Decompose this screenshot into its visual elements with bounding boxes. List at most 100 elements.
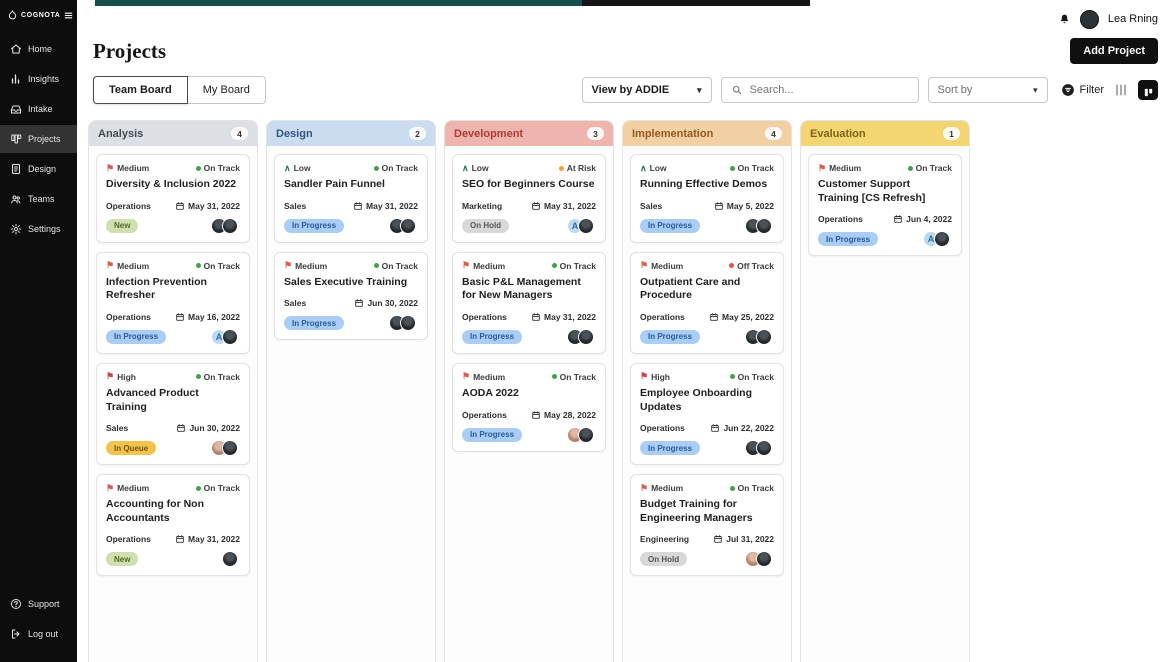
avatar [756, 328, 772, 345]
department: Operations [106, 200, 151, 211]
column-implementation: Implementation 4 ∧ Low On Track Running Effec… [622, 120, 792, 662]
priority: ⚑ Medium [640, 482, 684, 494]
app-root: COGNOTA Home Insights Intake Projects Design… [0, 0, 1172, 662]
column-title: Evaluation [810, 127, 866, 140]
topbar: Lea Rning [77, 6, 1172, 32]
status-badge: On Hold [640, 552, 688, 567]
calendar-icon [713, 534, 723, 544]
track-status: On Track [195, 261, 240, 271]
sidebar-item-insights[interactable]: Insights [0, 65, 77, 93]
view-by-dropdown[interactable]: View by ADDIE ▾ [581, 77, 712, 103]
project-card[interactable]: ⚑ Medium On Track Sales Executive Training S… [274, 251, 428, 341]
column-evaluation: Evaluation 1 ⚑ Medium On Track Customer Suppo… [800, 120, 970, 662]
sidebar-item-log-out[interactable]: Log out [0, 620, 77, 648]
project-card[interactable]: ⚑ Medium On Track Customer Support Training… [808, 154, 962, 257]
status-dot-icon [729, 374, 735, 380]
avatars [745, 217, 774, 234]
avatars [745, 328, 774, 345]
sidebar-item-support[interactable]: Support [0, 590, 77, 618]
search-box[interactable] [720, 77, 919, 103]
status-badge: In Progress [462, 329, 523, 344]
project-card[interactable]: ⚑ Medium Off Track Outpatient Care and Proc… [630, 251, 784, 354]
track-status: On Track [729, 483, 774, 493]
priority-icon: ⚑ [462, 260, 471, 271]
status-dot-icon [729, 263, 735, 269]
department: Operations [462, 409, 507, 420]
track-status: At Risk [558, 163, 596, 173]
sidebar-item-label: Teams [28, 194, 55, 204]
toolbar: Team Board My Board View by ADDIE ▾ Sort… [77, 76, 1172, 116]
column-header: Evaluation 1 [801, 121, 969, 146]
calendar-icon [893, 214, 903, 224]
logo-row: COGNOTA [0, 0, 77, 35]
calendar-icon [176, 423, 186, 433]
intake-icon [10, 103, 22, 115]
notifications-bell-icon[interactable] [1058, 13, 1071, 26]
toolbar-controls: View by ADDIE ▾ Sort by ▾ [581, 77, 1158, 103]
card-title: Diversity & Inclusion 2022 [106, 178, 237, 190]
card-title: Accounting for Non Accountants [106, 498, 204, 524]
priority-icon: ⚑ [284, 260, 293, 271]
project-card[interactable]: ⚑ High On Track Employee Onboarding Updates… [630, 362, 784, 466]
sort-by-dropdown[interactable]: Sort by ▾ [927, 77, 1048, 103]
avatar [222, 217, 238, 234]
card-title: Basic P&L Management for New Managers [462, 275, 581, 302]
priority-icon: ⚑ [640, 260, 649, 271]
calendar-icon [531, 410, 541, 420]
menu-icon[interactable] [63, 10, 74, 21]
design-icon [10, 163, 22, 175]
due-date: May 31, 2022 [175, 201, 240, 211]
project-card[interactable]: ⚑ Medium On Track Budget Training for Engin… [630, 474, 784, 577]
main-area: Lea Rning Projects Add Project Team Boar… [77, 0, 1172, 662]
avatar [222, 440, 238, 457]
column-analysis: Analysis 4 ⚑ Medium On Track Diversity & Incl… [88, 120, 258, 662]
calendar-icon [354, 298, 364, 308]
status-dot-icon [729, 165, 735, 171]
user-avatar[interactable] [1079, 9, 1099, 29]
due-date: May 25, 2022 [709, 312, 774, 322]
calendar-icon [714, 201, 724, 211]
project-card[interactable]: ⚑ Medium On Track Accounting for Non Accoun… [96, 474, 250, 577]
project-card[interactable]: ⚑ Medium On Track AODA 2022 Operations May 28… [452, 362, 606, 452]
sidebar-footer: Support Log out [0, 590, 77, 662]
sidebar-item-label: Home [28, 44, 53, 54]
sidebar-item-projects[interactable]: Projects [0, 125, 77, 153]
sidebar-item-design[interactable]: Design [0, 155, 77, 183]
project-card[interactable]: ∧ Low At Risk SEO for Beginners Course Marke… [452, 154, 606, 243]
department: Sales [284, 200, 307, 211]
cognota-logo-icon [7, 10, 18, 21]
avatars [567, 426, 596, 443]
project-card[interactable]: ⚑ Medium On Track Infection Prevention Refr… [96, 251, 250, 354]
board-view-toggle-icon[interactable] [1138, 80, 1158, 100]
page-title: Projects [93, 38, 167, 63]
sidebar-item-settings[interactable]: Settings [0, 215, 77, 243]
card-title: SEO for Beginners Course [462, 178, 595, 190]
sidebar-item-intake[interactable]: Intake [0, 95, 77, 123]
track-status: On Track [195, 483, 240, 493]
tab-my-board[interactable]: My Board [187, 76, 266, 104]
card-title: Employee Onboarding Updates [640, 386, 753, 413]
sidebar-item-teams[interactable]: Teams [0, 185, 77, 213]
avatar [934, 231, 950, 248]
project-card[interactable]: ∧ Low On Track Sandler Pain Funnel Sales May … [274, 154, 428, 243]
sidebar-item-home[interactable]: Home [0, 35, 77, 63]
add-project-button[interactable]: Add Project [1070, 38, 1158, 64]
avatars [222, 551, 240, 568]
project-card[interactable]: ⚑ Medium On Track Diversity & Inclusion 202… [96, 154, 250, 243]
avatars [745, 440, 774, 457]
project-card[interactable]: ⚑ High On Track Advanced Product Training Sa… [96, 362, 250, 466]
project-card[interactable]: ⚑ Medium On Track Basic P&L Management for … [452, 251, 606, 354]
tab-team-board[interactable]: Team Board [93, 76, 188, 104]
filter-button[interactable]: Filter [1061, 83, 1104, 97]
priority-icon: ⚑ [106, 371, 115, 382]
priority-icon: ⚑ [106, 482, 115, 493]
status-dot-icon [373, 263, 379, 269]
avatars [211, 217, 240, 234]
search-input[interactable] [749, 84, 900, 96]
sidebar-item-label: Intake [28, 104, 53, 114]
priority: ⚑ Medium [284, 260, 328, 271]
project-card[interactable]: ∧ Low On Track Running Effective Demos Sales… [630, 154, 784, 243]
list-view-toggle-icon[interactable] [1113, 82, 1129, 98]
due-date: May 31, 2022 [531, 312, 596, 322]
status-dot-icon [195, 165, 201, 171]
